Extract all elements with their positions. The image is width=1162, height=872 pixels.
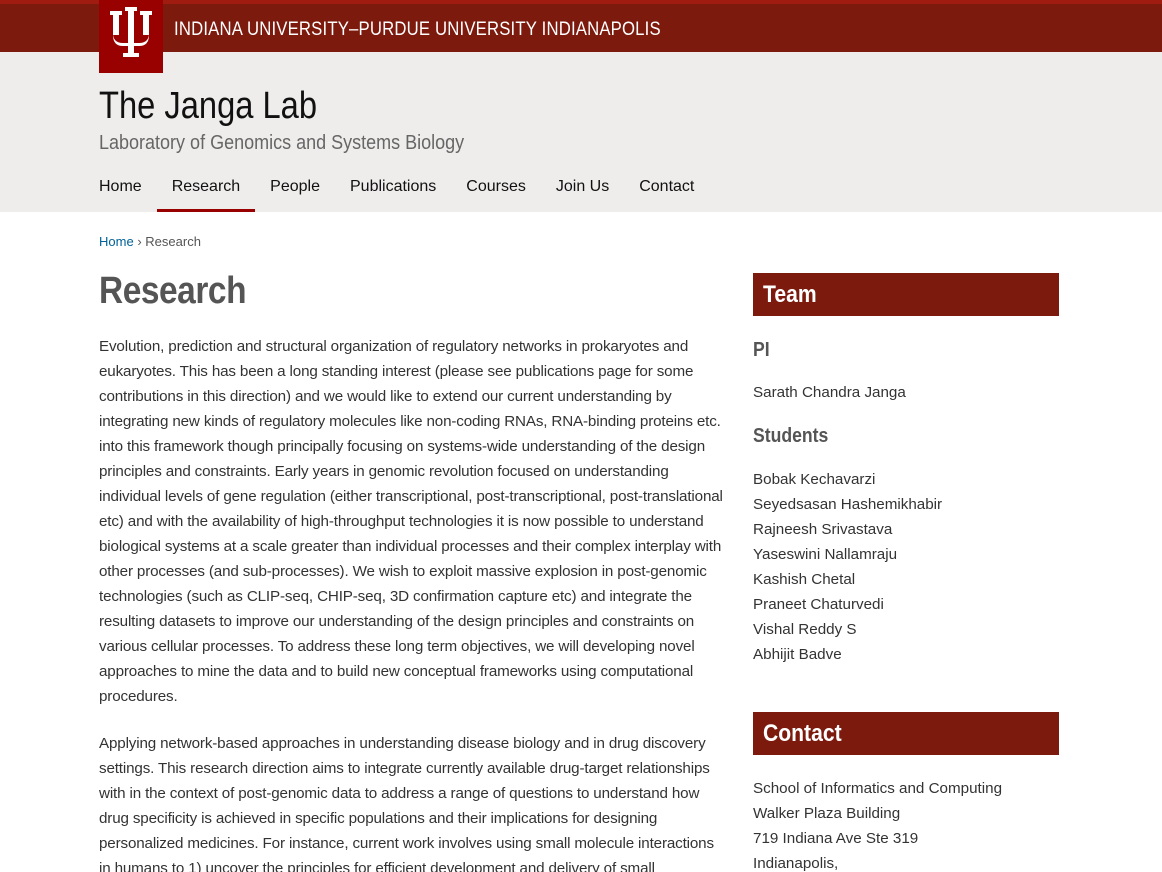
breadcrumb: Home › Research: [99, 234, 201, 249]
list-item: Praneet Chaturvedi: [753, 596, 884, 613]
university-name-link[interactable]: INDIANA UNIVERSITY–PURDUE UNIVERSITY IND…: [174, 19, 727, 41]
research-paragraph: Applying network-based approaches in und…: [99, 735, 714, 872]
list-item: Bobak Kechavarzi: [753, 471, 876, 488]
contact-address: School of Informatics and Computing Walk…: [753, 776, 1059, 872]
page-title: Research: [99, 270, 247, 312]
list-item: Kashish Chetal: [753, 571, 856, 588]
address-line: Walker Plaza Building: [753, 805, 901, 822]
nav-item-contact[interactable]: Contact: [639, 170, 694, 212]
iu-trident-logo[interactable]: [99, 0, 163, 73]
sidebar: Team PI Sarath Chandra Janga Students Bo…: [753, 273, 1059, 872]
list-item: Sarath Chandra Janga: [753, 384, 906, 401]
list-item: Yaseswini Nallamraju: [753, 546, 898, 563]
address-line: Indianapolis,: [753, 855, 839, 872]
breadcrumb-current: Research: [145, 234, 201, 249]
contact-panel-heading: Contact: [753, 712, 1059, 755]
site-subtitle: Laboratory of Genomics and Systems Biolo…: [99, 132, 465, 154]
main-nav: Home Research People Publications Course…: [99, 170, 724, 212]
list-item: Abhijit Badve: [753, 646, 842, 663]
site-title[interactable]: The Janga Lab: [99, 85, 353, 128]
pi-heading: PI: [753, 339, 770, 361]
breadcrumb-home-link[interactable]: Home: [99, 234, 134, 249]
main-content: Research Evolution, prediction and struc…: [99, 268, 729, 872]
students-heading: Students: [753, 425, 829, 447]
nav-item-courses[interactable]: Courses: [466, 170, 526, 212]
contact-panel: Contact School of Informatics and Comput…: [753, 712, 1059, 872]
team-panel-heading: Team: [753, 273, 1059, 316]
pi-list: Sarath Chandra Janga: [753, 380, 1059, 405]
nav-item-join-us[interactable]: Join Us: [556, 170, 609, 212]
address-line: School of Informatics and Computing: [753, 780, 1003, 797]
nav-item-home[interactable]: Home: [99, 170, 142, 212]
students-list: Bobak Kechavarzi Seyedsasan Hashemikhabi…: [753, 467, 1059, 667]
list-item: Rajneesh Srivastava: [753, 521, 893, 538]
list-item: Vishal Reddy S: [753, 621, 857, 638]
site-header: The Janga Lab Laboratory of Genomics and…: [0, 52, 1162, 212]
address-line: 719 Indiana Ave Ste 319: [753, 830, 919, 847]
university-bar: INDIANA UNIVERSITY–PURDUE UNIVERSITY IND…: [0, 0, 1162, 52]
breadcrumb-separator: ›: [137, 234, 142, 249]
trident-icon: [110, 7, 152, 57]
nav-item-people[interactable]: People: [270, 170, 320, 212]
nav-item-publications[interactable]: Publications: [350, 170, 436, 212]
research-paragraph: Evolution, prediction and structural org…: [99, 338, 723, 705]
nav-item-research[interactable]: Research: [156, 170, 256, 212]
list-item: Seyedsasan Hashemikhabir: [753, 496, 943, 513]
